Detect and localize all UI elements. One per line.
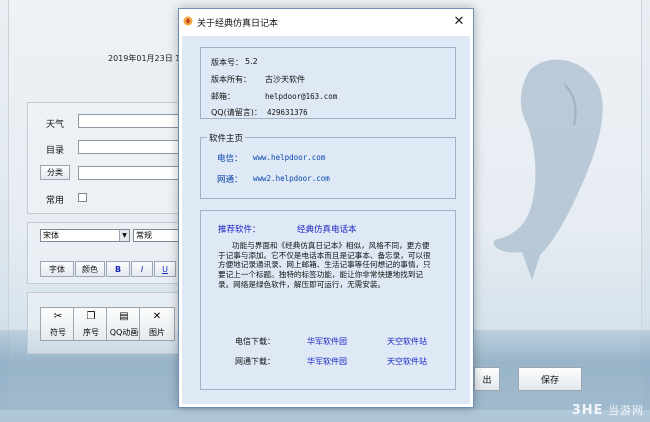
symbol-button[interactable]: ✂ 符号 (40, 307, 76, 341)
bold-button[interactable]: B (106, 261, 130, 277)
dolphin-image (493, 59, 603, 280)
telecom-download-site1[interactable]: 华军软件园 (307, 336, 347, 347)
netcom-label: 网通： (217, 175, 243, 185)
weather-label: 天气 (46, 120, 65, 130)
chevron-down-icon: ▼ (119, 230, 129, 241)
catalog-input[interactable] (78, 140, 180, 154)
italic-button[interactable]: I (131, 261, 153, 277)
qq-label: QQ(请留言)： (211, 108, 262, 117)
date-display: 2019年01月23日 16 (108, 54, 186, 63)
recommend-label: 推荐软件： (218, 225, 261, 235)
email-label: 邮箱： (211, 92, 235, 101)
sequence-label: 序号 (83, 328, 99, 337)
scissors-icon: ✂ (53, 311, 63, 322)
common-label: 常用 (46, 196, 65, 206)
copy-icon: ❐ (86, 311, 96, 322)
netcom-link[interactable]: www2.helpdoor.com (253, 174, 330, 183)
symbol-label: 符号 (50, 328, 66, 337)
font-button[interactable]: 字体 (40, 261, 74, 277)
email-value: helpdoor@163.com (265, 92, 338, 101)
recommend-link[interactable]: 经典仿真电话本 (297, 223, 357, 235)
classify-button[interactable]: 分类 (40, 165, 70, 180)
netcom-download-site1[interactable]: 华军软件园 (307, 356, 347, 367)
homepage-panel: 软件主页 电信： www.helpdoor.com 网通： www2.helpd… (200, 132, 456, 199)
owner-label: 版本所有： (211, 75, 251, 84)
app-icon (183, 16, 193, 26)
exit-button[interactable]: 出 (474, 367, 500, 391)
font-style-select[interactable]: 常规 (133, 229, 180, 242)
homepage-title: 软件主页 (207, 132, 246, 144)
image-button[interactable]: ✕ 图片 (139, 307, 175, 341)
dialog-titlebar: 关于经典仿真日记本 ✕ (179, 9, 473, 35)
telecom-link[interactable]: www.helpdoor.com (253, 153, 325, 162)
owner-value: 古沙天软件 (265, 75, 305, 84)
classify-input[interactable] (78, 166, 180, 180)
about-dialog: 关于经典仿真日记本 ✕ 版本号： 5.2 版本所有： 古沙天软件 邮箱： hel… (178, 8, 474, 408)
catalog-label: 目录 (46, 146, 65, 156)
watermark-site: 当游网 (608, 404, 644, 417)
underline-button[interactable]: U (154, 261, 176, 277)
version-value: 5.2 (245, 57, 258, 66)
recommend-description: 功能与界面和《经典仿真日记本》相似，风格不同，更方便于记事与添加。它不仅是电话本… (218, 241, 431, 289)
qq-value: 429631376 (267, 108, 308, 117)
common-checkbox[interactable] (78, 193, 87, 202)
recommend-panel: 推荐软件： 经典仿真电话本 功能与界面和《经典仿真日记本》相似，风格不同，更方便… (200, 210, 456, 390)
version-label: 版本号： (211, 58, 243, 67)
color-button[interactable]: 颜色 (75, 261, 105, 277)
qq-animation-button[interactable]: ▤ QQ动画 (106, 307, 142, 341)
version-info-panel: 版本号： 5.2 版本所有： 古沙天软件 邮箱： helpdoor@163.co… (200, 47, 456, 119)
watermark-brand: 3HE (571, 403, 604, 418)
telecom-download-site2[interactable]: 天空软件站 (387, 336, 427, 347)
dialog-title: 关于经典仿真日记本 (197, 19, 279, 29)
telecom-download-label: 电信下载： (235, 337, 275, 346)
sequence-button[interactable]: ❐ 序号 (73, 307, 109, 341)
font-style-value: 常规 (136, 231, 152, 240)
image-label: 图片 (149, 328, 165, 337)
font-name-value: 宋体 (43, 231, 59, 240)
netcom-download-site2[interactable]: 天空软件站 (387, 356, 427, 367)
dialog-content: 版本号： 5.2 版本所有： 古沙天软件 邮箱： helpdoor@163.co… (182, 36, 470, 404)
delete-icon: ✕ (152, 311, 162, 322)
font-name-select[interactable]: 宋体 ▼ (40, 229, 130, 242)
weather-input[interactable] (78, 114, 180, 128)
telecom-label: 电信： (217, 154, 243, 164)
save-button[interactable]: 保存 (518, 367, 582, 391)
close-icon[interactable]: ✕ (445, 9, 473, 35)
qq-animation-label: QQ动画 (109, 328, 139, 337)
netcom-download-label: 网通下载： (235, 357, 275, 366)
paste-icon: ▤ (119, 311, 129, 322)
watermark: 3HE 当游网 (572, 402, 644, 418)
